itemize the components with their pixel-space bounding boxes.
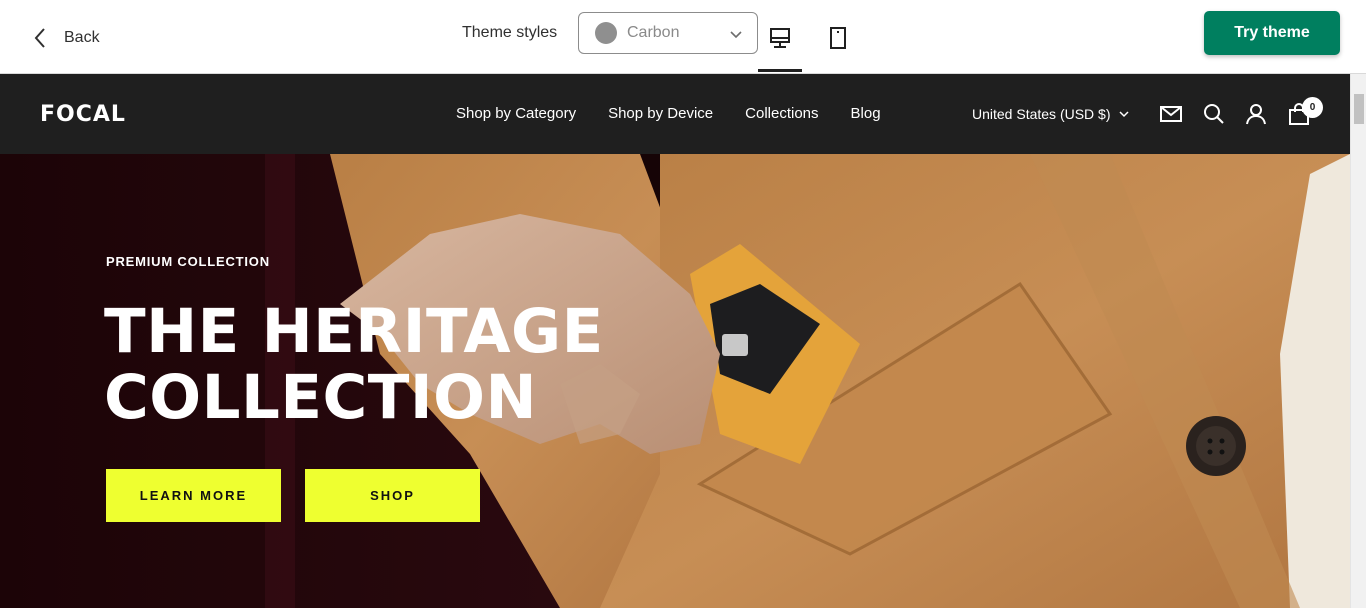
cart-count-badge: 0 bbox=[1302, 97, 1323, 118]
store-preview: FOCAL Shop by Category Shop by Device Co… bbox=[0, 74, 1350, 608]
hero-eyebrow: PREMIUM COLLECTION bbox=[106, 254, 270, 269]
hero-headline: THE HERITAGE COLLECTION bbox=[104, 299, 604, 431]
store-header: FOCAL Shop by Category Shop by Device Co… bbox=[0, 74, 1350, 154]
mobile-view-button[interactable] bbox=[816, 14, 860, 72]
mail-icon[interactable] bbox=[1160, 103, 1182, 125]
preview-scrollbar[interactable] bbox=[1350, 74, 1366, 608]
style-swatch bbox=[595, 22, 617, 44]
chevron-left-icon bbox=[34, 28, 45, 48]
chevron-down-icon bbox=[730, 31, 742, 39]
preview-toolbar: Back Theme styles Carbon Try theme bbox=[0, 0, 1366, 74]
try-theme-button[interactable]: Try theme bbox=[1204, 11, 1340, 55]
scrollbar-thumb[interactable] bbox=[1354, 94, 1364, 124]
nav-item-shop-by-category[interactable]: Shop by Category bbox=[456, 105, 576, 122]
desktop-view-button[interactable] bbox=[758, 14, 802, 72]
back-button[interactable]: Back bbox=[30, 20, 100, 56]
store-logo[interactable]: FOCAL bbox=[40, 102, 126, 127]
currency-selector[interactable]: United States (USD $) bbox=[972, 106, 1129, 122]
hero-headline-line-2: COLLECTION bbox=[104, 362, 538, 433]
hero-banner: PREMIUM COLLECTION THE HERITAGE COLLECTI… bbox=[0, 154, 1350, 608]
nav-item-shop-by-device[interactable]: Shop by Device bbox=[608, 105, 713, 122]
hero-headline-line-1: THE HERITAGE bbox=[104, 296, 604, 367]
nav-item-collections[interactable]: Collections bbox=[745, 105, 818, 122]
style-select-value: Carbon bbox=[627, 24, 680, 41]
main-nav: Shop by Category Shop by Device Collecti… bbox=[456, 105, 881, 122]
search-icon[interactable] bbox=[1203, 103, 1225, 125]
chevron-down-icon bbox=[1118, 111, 1129, 118]
theme-style-select[interactable]: Carbon bbox=[578, 12, 758, 54]
desktop-icon bbox=[770, 28, 790, 48]
theme-styles-label: Theme styles bbox=[462, 24, 558, 41]
back-label: Back bbox=[64, 29, 100, 46]
learn-more-button[interactable]: LEARN MORE bbox=[106, 469, 281, 522]
currency-label: United States (USD $) bbox=[972, 106, 1111, 122]
mobile-icon bbox=[830, 27, 846, 49]
account-icon[interactable] bbox=[1245, 103, 1267, 125]
shop-button[interactable]: SHOP bbox=[305, 469, 480, 522]
nav-item-blog[interactable]: Blog bbox=[851, 105, 881, 122]
